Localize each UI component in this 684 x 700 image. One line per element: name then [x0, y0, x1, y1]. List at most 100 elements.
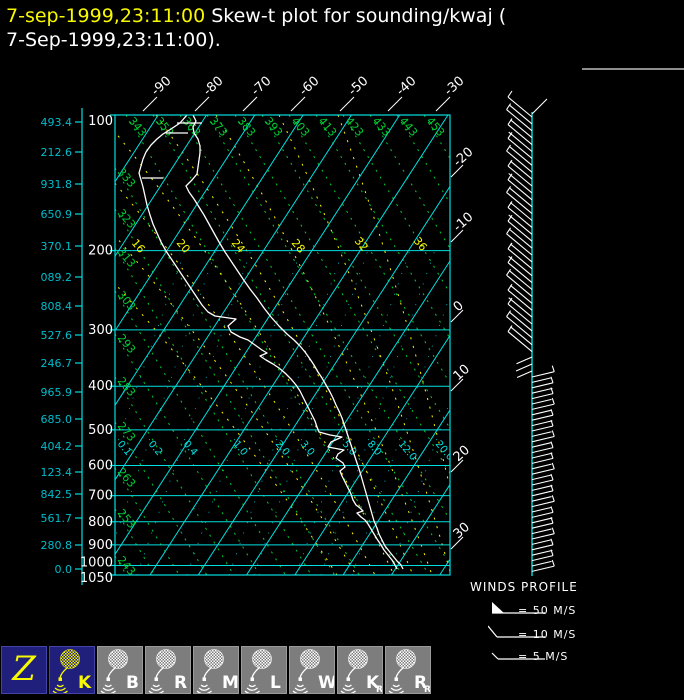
toolbar-button-l[interactable]: L: [241, 646, 287, 695]
dry-adiabat-label-top: 453: [424, 115, 447, 139]
wind-barb-hook: [550, 473, 554, 481]
wind-barb: [531, 500, 555, 508]
wind-barb: [531, 447, 554, 454]
pressure-label: 200: [88, 244, 113, 259]
dry-adiabat-line: [423, 115, 450, 160]
dry-adiabat-line: [115, 208, 336, 575]
toolbar-button-sublabel: R: [376, 685, 382, 693]
wind-barb: [531, 409, 552, 416]
wind-barb: [531, 98, 548, 115]
dry-adiabat-label-top: 373: [207, 115, 230, 139]
wind-barb: [531, 377, 552, 383]
wind-barb: [531, 528, 552, 535]
toolbar-button-r[interactable]: R: [145, 646, 191, 695]
toolbar-button-m[interactable]: M: [193, 646, 239, 695]
wind-barb-hook: [507, 159, 513, 167]
wind-barb: [531, 485, 553, 491]
toolbar-button-label: M: [222, 673, 238, 693]
wind-barb: [531, 468, 555, 475]
pressure-label: 900: [88, 538, 113, 553]
toolbar-button-b[interactable]: B: [97, 646, 143, 695]
dry-adiabat-label-left: 263: [115, 466, 138, 490]
dry-adiabat-line: [261, 115, 450, 430]
isotherm-line: [115, 115, 207, 258]
toolbar-button-z[interactable]: Z: [1, 646, 47, 694]
isotherm-tick-top: [339, 96, 355, 112]
wind-barb-hook: [506, 144, 512, 152]
moist-adiabat-line: [115, 182, 376, 575]
height-label: 808.4: [41, 300, 73, 313]
isotherm-tick-top: [242, 96, 258, 112]
moist-adiabat-label: 28: [289, 237, 308, 256]
toolbar-button-k[interactable]: K: [49, 646, 95, 695]
mixing-ratio-label: 3.0: [298, 439, 317, 458]
wind-barb: [531, 474, 552, 481]
wind-barb: [531, 522, 554, 529]
wind-barb: [531, 517, 553, 524]
wind-barb-hook: [551, 430, 555, 437]
mixing-ratio-label: 0.4: [181, 439, 200, 458]
isotherm-label-right: -10: [451, 210, 477, 235]
legend-50ms-label: = 50 M/S: [518, 604, 577, 617]
toolbar-button-r-r[interactable]: RR: [385, 646, 431, 695]
pressure-label: 600: [88, 459, 113, 474]
mixing-ratio-line: [186, 249, 302, 575]
wind-barb: [531, 533, 555, 540]
dry-adiabat-line: [342, 115, 450, 295]
mixing-ratio-line: [295, 249, 411, 575]
radiosonde-icon: B: [100, 649, 139, 695]
wind-barb-hook: [507, 283, 513, 291]
height-label: 842.5: [41, 488, 73, 501]
wind-barb-hook: [506, 227, 512, 235]
isotherm-label-top: -80: [201, 74, 227, 99]
wind-barb: [515, 363, 533, 372]
wind-barb: [531, 393, 554, 400]
wind-barb: [531, 479, 554, 486]
toolbar-button-label: B: [126, 673, 139, 693]
radiosonde-icon: KR: [340, 649, 383, 695]
toolbar-button-w[interactable]: W: [289, 646, 337, 695]
mixing-ratio-line: [320, 249, 436, 575]
dry-adiabat-line: [206, 115, 450, 521]
isotherm-line: [0, 115, 13, 575]
wind-barb: [531, 382, 554, 389]
dry-adiabat-label-top: 423: [343, 115, 366, 139]
dry-adiabat-label-left: 273: [115, 420, 138, 444]
dry-adiabat-label-top: 433: [370, 115, 393, 139]
height-label: 404.2: [41, 440, 73, 453]
z-script-icon: Z: [12, 649, 36, 689]
toolbar: ZKBRMLWKRRR: [1, 646, 439, 695]
dry-adiabat-line: [179, 115, 450, 566]
radiosonde-icon: R: [148, 649, 187, 695]
toolbar-button-label: K: [78, 673, 92, 693]
toolbar-button-k-r[interactable]: KR: [337, 646, 383, 695]
wind-barb-hook: [551, 495, 555, 502]
wind-barb: [531, 555, 554, 562]
dry-adiabat-label-top: 363: [180, 115, 203, 139]
radiosonde-icon: L: [244, 649, 281, 695]
isotherm-tick-top: [435, 96, 451, 112]
height-label: 931.8: [41, 178, 73, 191]
wind-barb: [531, 565, 555, 572]
height-label: 370.1: [41, 240, 73, 253]
wind-barb: [531, 539, 552, 545]
radiosonde-icon: RR: [388, 649, 431, 695]
wind-barb: [531, 511, 554, 518]
height-label: 493.4: [41, 116, 73, 129]
dry-adiabat-label-left: 323: [115, 207, 138, 231]
skewt-plot: 333 323 313 303 293 283 273 263 253 243 343 353 363 3…: [0, 0, 684, 696]
wind-barb: [531, 425, 554, 432]
dry-adiabat-line: [369, 115, 450, 250]
wind-barb-hook: [506, 103, 512, 110]
wind-barb: [531, 457, 554, 464]
isotherm-tick-top: [194, 96, 210, 112]
wind-barb-hook: [551, 462, 555, 470]
isotherm-label-top: -60: [297, 74, 323, 99]
dry-adiabat-line: [125, 115, 403, 575]
wind-barb: [531, 398, 552, 405]
wind-barb: [531, 435, 555, 443]
dewpoint-trace: [138, 115, 398, 570]
isotherm-line: [488, 115, 684, 575]
mixing-ratio-label: 0.2: [146, 439, 165, 458]
height-label: 246.7: [41, 357, 73, 370]
